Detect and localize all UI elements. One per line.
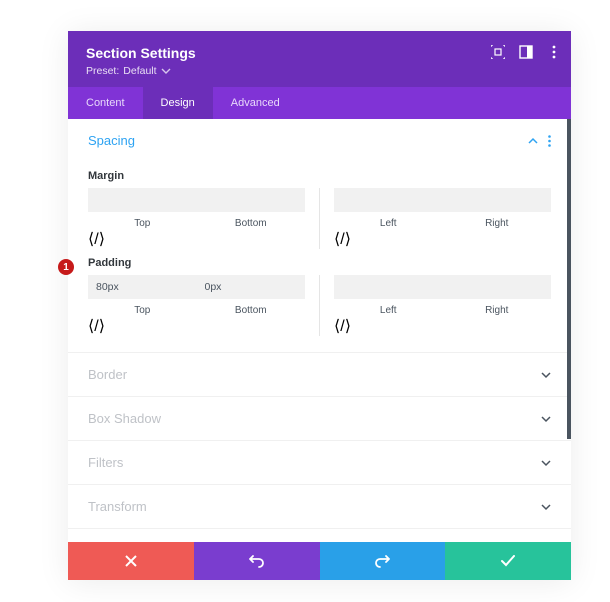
padding-label: Padding (88, 257, 551, 269)
check-icon (501, 555, 515, 567)
padding-bottom-input[interactable] (197, 275, 306, 299)
divider (319, 188, 320, 249)
divider (319, 275, 320, 336)
link-icon[interactable]: ⟨/⟩ (334, 229, 443, 249)
chevron-down-icon (541, 502, 551, 512)
tab-content[interactable]: Content (68, 87, 143, 119)
more-icon[interactable] (548, 135, 551, 147)
side-label-right: Right (485, 305, 508, 316)
save-button[interactable] (445, 542, 571, 580)
preset-selector[interactable]: Preset: Default (86, 65, 553, 77)
link-icon[interactable]: ⟨/⟩ (334, 316, 443, 336)
panel-header-transform[interactable]: Transform (68, 485, 571, 528)
panel-transform: Transform (68, 485, 571, 529)
panel-header-animation[interactable]: Animation (68, 529, 571, 542)
panel-header-filters[interactable]: Filters (68, 441, 571, 484)
margin-left-input[interactable] (334, 188, 443, 212)
redo-button[interactable] (320, 542, 446, 580)
tab-advanced[interactable]: Advanced (213, 87, 298, 119)
modal-header: Section Settings Preset: Default (68, 31, 571, 87)
panel-title: Spacing (88, 133, 135, 148)
margin-bottom-input[interactable] (197, 188, 306, 212)
margin-right-input[interactable] (443, 188, 552, 212)
undo-button[interactable] (194, 542, 320, 580)
undo-icon (249, 554, 265, 568)
margin-top-input[interactable] (88, 188, 197, 212)
panel-spacing: Spacing Margin Top B (68, 119, 571, 353)
close-icon (125, 555, 137, 567)
panel-header-spacing[interactable]: Spacing (68, 119, 571, 162)
link-icon[interactable]: ⟨/⟩ (88, 229, 197, 249)
chevron-down-icon (541, 458, 551, 468)
padding-top-input[interactable] (88, 275, 197, 299)
chevron-down-icon (161, 66, 171, 76)
side-label-right: Right (485, 218, 508, 229)
panel-body-spacing: Margin Top Bottom ⟨/⟩ (68, 170, 571, 352)
modal-body: Spacing Margin Top B (68, 119, 571, 542)
preset-value: Default (123, 65, 156, 77)
panel-header-box-shadow[interactable]: Box Shadow (68, 397, 571, 440)
chevron-down-icon (541, 370, 551, 380)
panel-border: Border (68, 353, 571, 397)
panel-title: Box Shadow (88, 411, 161, 426)
link-icon[interactable]: ⟨/⟩ (88, 316, 197, 336)
more-icon[interactable] (547, 45, 561, 59)
chevron-down-icon (541, 414, 551, 424)
padding-right-input[interactable] (443, 275, 552, 299)
panel-filters: Filters (68, 441, 571, 485)
side-label-left: Left (380, 305, 397, 316)
panel-box-shadow: Box Shadow (68, 397, 571, 441)
padding-inputs: Top Bottom ⟨/⟩ Left (88, 275, 551, 336)
panel-title: Transform (88, 499, 147, 514)
preset-label: Preset: (86, 65, 119, 77)
side-label-top: Top (134, 218, 150, 229)
redo-icon (374, 554, 390, 568)
tab-design[interactable]: Design (143, 87, 213, 119)
modal-footer (68, 542, 571, 580)
annotation-badge-1: 1 (58, 259, 74, 275)
side-label-top: Top (134, 305, 150, 316)
expand-icon[interactable] (491, 45, 505, 59)
modal-title: Section Settings (86, 45, 553, 61)
padding-left-input[interactable] (334, 275, 443, 299)
margin-inputs: Top Bottom ⟨/⟩ Left (88, 188, 551, 249)
panel-title: Border (88, 367, 127, 382)
side-label-bottom: Bottom (235, 305, 267, 316)
side-label-bottom: Bottom (235, 218, 267, 229)
panel-header-border[interactable]: Border (68, 353, 571, 396)
chevron-up-icon (528, 136, 538, 146)
tab-bar: Content Design Advanced (68, 87, 571, 119)
side-label-left: Left (380, 218, 397, 229)
panel-animation: Animation (68, 529, 571, 542)
settings-modal: Section Settings Preset: Default Content… (68, 31, 571, 580)
sidebar-toggle-icon[interactable] (519, 45, 533, 59)
panel-title: Filters (88, 455, 123, 470)
margin-label: Margin (88, 170, 551, 182)
cancel-button[interactable] (68, 542, 194, 580)
